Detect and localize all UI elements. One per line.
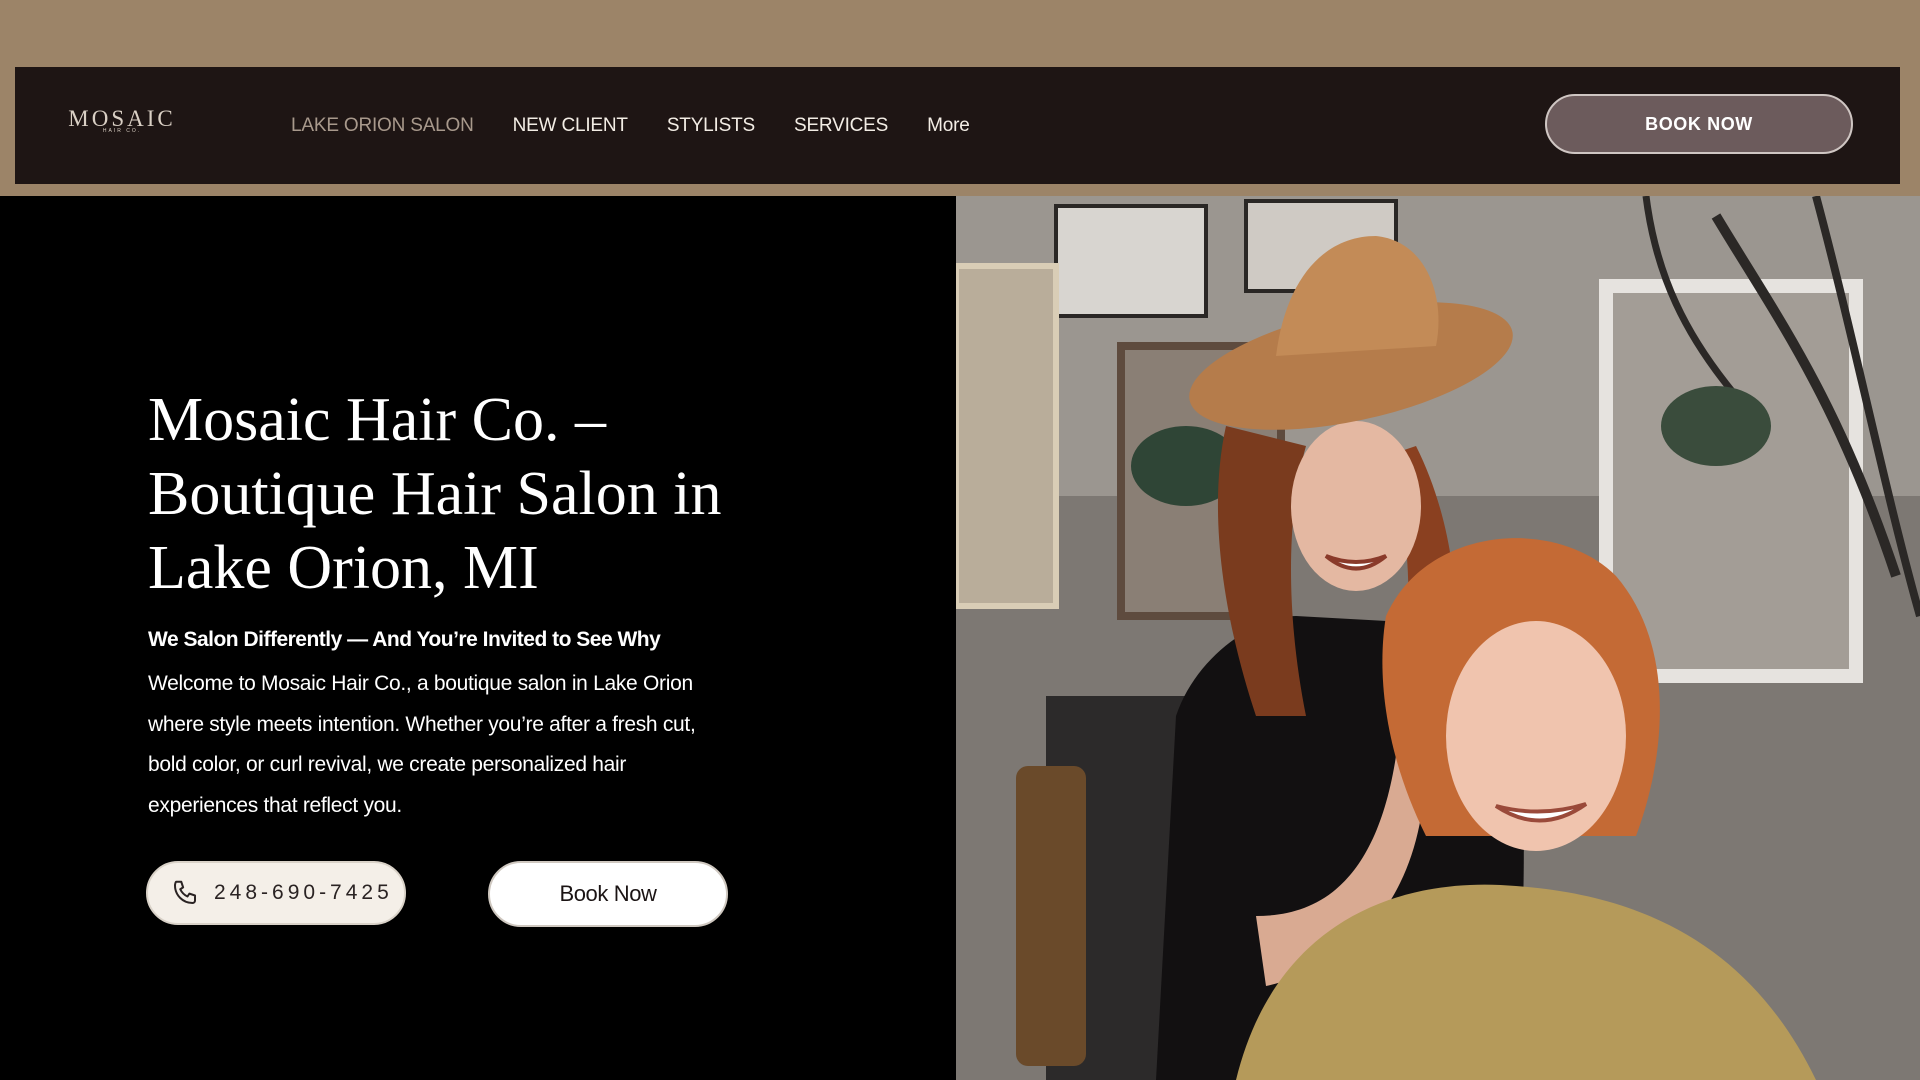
hero-description: Welcome to Mosaic Hair Co., a boutique s…: [148, 672, 696, 817]
nav-item-new-client[interactable]: NEW CLIENT: [513, 115, 628, 137]
phone-icon: [174, 880, 196, 904]
header-book-now-button[interactable]: BOOK NOW: [1545, 94, 1853, 154]
hero-title: Mosaic Hair Co. – Boutique Hair Salon in…: [148, 386, 722, 602]
site-header: MOSAIC HAIR CO. LAKE ORION SALON NEW CLI…: [15, 67, 1900, 184]
nav-item-stylists[interactable]: STYLISTS: [667, 115, 755, 137]
hero-photo: [956, 196, 1920, 1080]
nav-item-more[interactable]: More: [927, 115, 970, 137]
salon-photo-illustration: [956, 196, 1920, 1080]
nav-item-lake-orion-salon[interactable]: LAKE ORION SALON: [291, 115, 474, 137]
phone-call-button[interactable]: 248-690-7425: [146, 861, 406, 925]
hero-book-now-button[interactable]: Book Now: [488, 861, 728, 927]
hero-subheading: We Salon Differently — And You’re Invite…: [148, 628, 661, 651]
nav-item-services[interactable]: SERVICES: [794, 115, 888, 137]
phone-number: 248-690-7425: [214, 881, 393, 904]
top-band: [0, 0, 1920, 67]
site-logo[interactable]: MOSAIC HAIR CO.: [58, 107, 186, 145]
main-nav: LAKE ORION SALON NEW CLIENT STYLISTS SER…: [291, 67, 1009, 184]
